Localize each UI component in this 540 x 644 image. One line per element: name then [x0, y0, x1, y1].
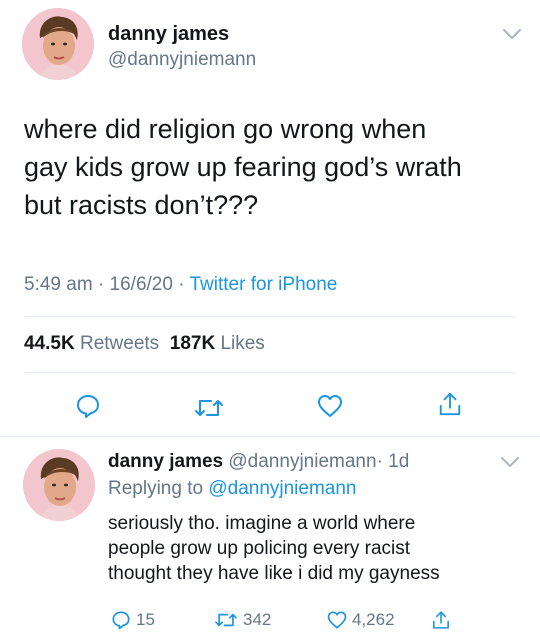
tweet-text-line: gay kids grow up fearing god’s wrath — [24, 152, 462, 182]
reply-button[interactable]: 15 — [111, 609, 155, 631]
retweets-stat[interactable]: 44.5K Retweets — [24, 333, 159, 354]
reply-count: 15 — [136, 610, 155, 629]
replying-to: Replying to @dannyjniemann — [108, 478, 357, 500]
reply-icon — [112, 611, 130, 630]
retweet-icon[interactable] — [194, 395, 224, 421]
heart-icon — [327, 611, 347, 629]
main-tweet: danny james @dannyjniemann where did rel… — [0, 0, 540, 437]
tweet-source[interactable]: Twitter for iPhone — [190, 274, 338, 295]
tweet-text-line: but racists don’t??? — [24, 190, 259, 220]
tweet-text-line: where did religion go wrong when — [24, 114, 427, 144]
replying-mention[interactable]: @dannyjniemann — [208, 478, 356, 499]
chevron-down-icon[interactable] — [500, 456, 520, 470]
likes-label: Likes — [220, 333, 265, 354]
chevron-down-icon[interactable] — [502, 28, 522, 42]
reply-text-line: seriously tho. imagine a world where — [108, 513, 416, 534]
divider — [0, 436, 540, 437]
retweet-button[interactable]: 342 — [214, 609, 271, 631]
meta-separator: · — [376, 451, 383, 472]
retweet-count: 342 — [243, 610, 272, 629]
reply-author-handle[interactable]: @dannyjniemann — [228, 451, 376, 472]
share-icon[interactable] — [437, 391, 463, 417]
retweets-count: 44.5K — [24, 333, 75, 354]
tweet-text: where did religion go wrong when gay kid… — [24, 110, 524, 224]
reply-text-line: thought they have like i did my gayness — [108, 563, 440, 584]
reply-author-name[interactable]: danny james — [108, 451, 223, 472]
like-button[interactable]: 4,262 — [327, 609, 395, 631]
meta-separator: · — [97, 274, 105, 295]
tweet-meta: 5:49 am · 16/6/20 · Twitter for iPhone — [24, 274, 337, 296]
divider — [24, 316, 516, 317]
reply-text: seriously tho. imagine a world where peo… — [108, 511, 528, 586]
share-button[interactable] — [431, 609, 456, 631]
tweet-stats: 44.5K Retweets 187K Likes — [24, 333, 265, 355]
meta-separator: · — [178, 274, 185, 295]
retweets-label: Retweets — [79, 333, 160, 354]
tweet-time[interactable]: 5:49 am — [24, 274, 93, 295]
reply-text-line: people grow up policing every racist — [108, 538, 411, 559]
avatar[interactable] — [23, 449, 95, 521]
likes-stat[interactable]: 187K Likes — [170, 333, 265, 354]
retweet-icon — [215, 613, 237, 627]
like-count: 4,262 — [352, 610, 395, 629]
replying-prefix: Replying to — [108, 478, 204, 499]
author-name[interactable]: danny james — [108, 23, 229, 46]
reply-header: danny james @dannyjniemann· 1d — [108, 451, 409, 473]
divider — [24, 372, 516, 373]
reply-age: 1d — [388, 451, 410, 472]
author-handle[interactable]: @dannyjniemann — [108, 49, 256, 71]
share-icon — [433, 611, 449, 629]
likes-count: 187K — [169, 333, 216, 354]
reply-icon[interactable] — [75, 393, 101, 419]
tweet-date[interactable]: 16/6/20 — [110, 274, 173, 295]
heart-icon[interactable] — [317, 393, 343, 419]
avatar[interactable] — [22, 8, 94, 80]
